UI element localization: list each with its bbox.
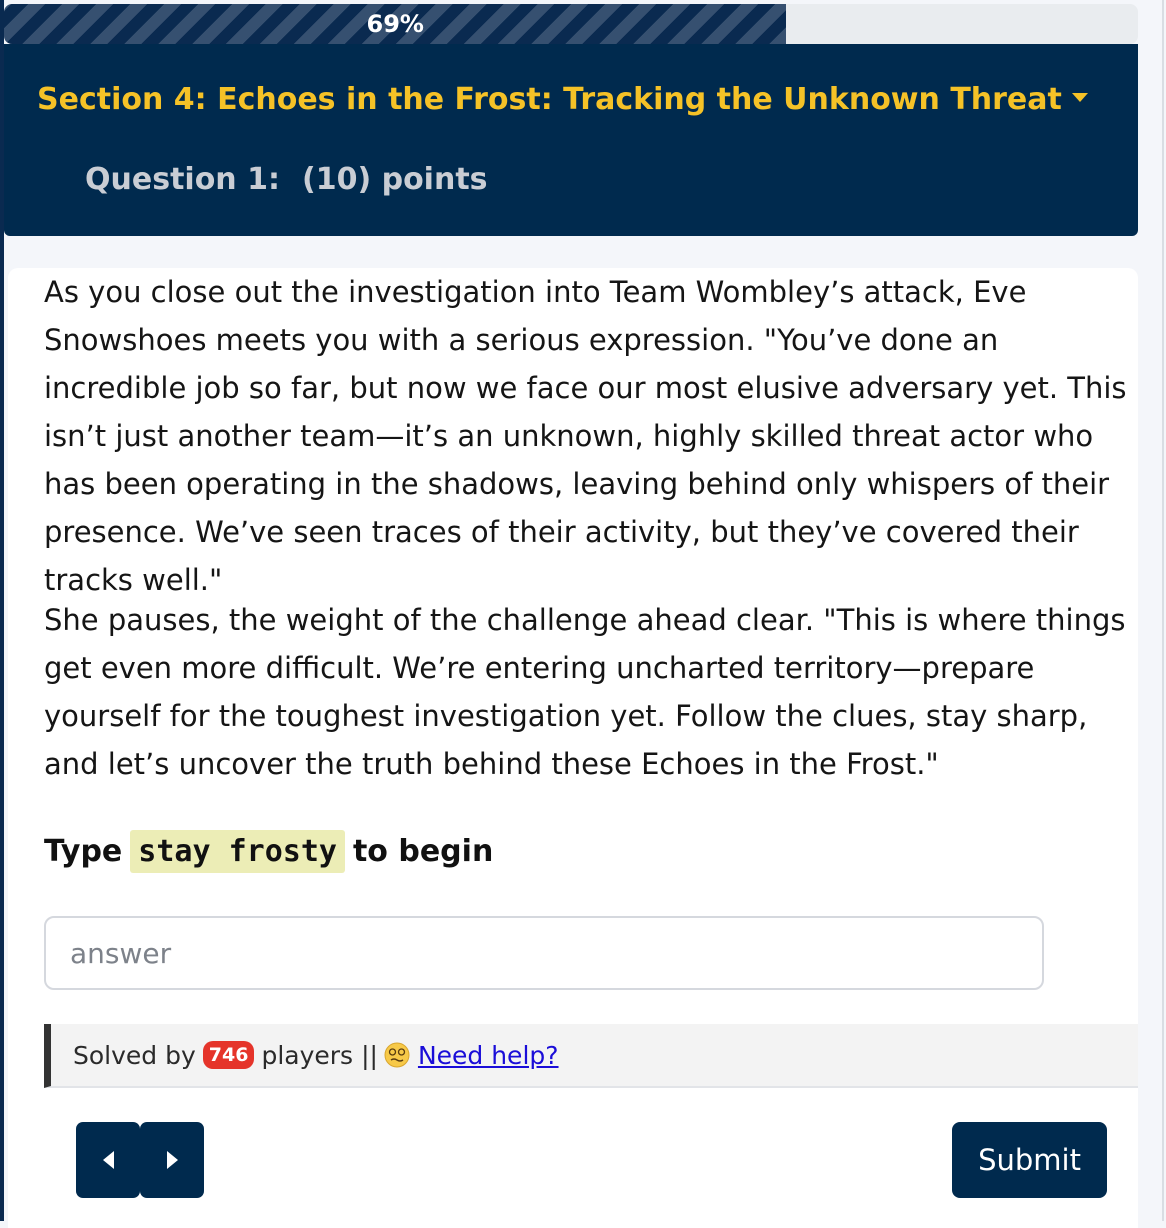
question-heading: Question 1: (10) points (85, 162, 488, 197)
need-help-label: Need help? (417, 1040, 559, 1070)
points-label: (10) points (301, 162, 488, 197)
progress-label: 69% (366, 10, 424, 38)
need-help-link[interactable]: Need help? (384, 1041, 559, 1070)
story-paragraph-1: As you close out the investigation into … (44, 275, 1127, 597)
progress-fill: 69% (4, 4, 787, 44)
solved-prefix: Solved by (73, 1040, 196, 1070)
caret-left-icon (102, 1151, 114, 1169)
answer-prompt: Type stay frosty to begin (44, 830, 493, 873)
question-label: Question 1: (85, 162, 280, 197)
separator: || (361, 1040, 378, 1070)
question-card: As you close out the investigation into … (8, 268, 1138, 1228)
dizzy-face-emoji-icon (384, 1042, 410, 1068)
solved-bar: Solved by 746 players || Need help? (44, 1024, 1138, 1088)
prompt-suffix: to begin (352, 834, 494, 869)
section-dropdown-toggle[interactable]: Section 4: Echoes in the Frost: Tracking… (37, 82, 1088, 117)
right-scroll-rule (1162, 0, 1164, 1221)
progress-bar: 69% (4, 4, 1138, 44)
section-title: Section 4: Echoes in the Frost: Tracking… (37, 82, 1062, 117)
submit-button[interactable]: Submit (952, 1122, 1107, 1198)
prompt-prefix: Type (44, 834, 123, 869)
caret-right-icon (166, 1151, 178, 1169)
answer-input[interactable] (44, 916, 1044, 990)
solved-suffix: players (261, 1040, 354, 1070)
solved-count-badge: 746 (202, 1041, 255, 1069)
prompt-code: stay frosty (130, 830, 345, 873)
previous-question-button[interactable] (76, 1122, 140, 1198)
section-header: Section 4: Echoes in the Frost: Tracking… (4, 44, 1138, 236)
next-question-button[interactable] (140, 1122, 204, 1198)
caret-down-icon (1071, 93, 1088, 102)
story-paragraph-2: She pauses, the weight of the challenge … (44, 603, 1126, 781)
